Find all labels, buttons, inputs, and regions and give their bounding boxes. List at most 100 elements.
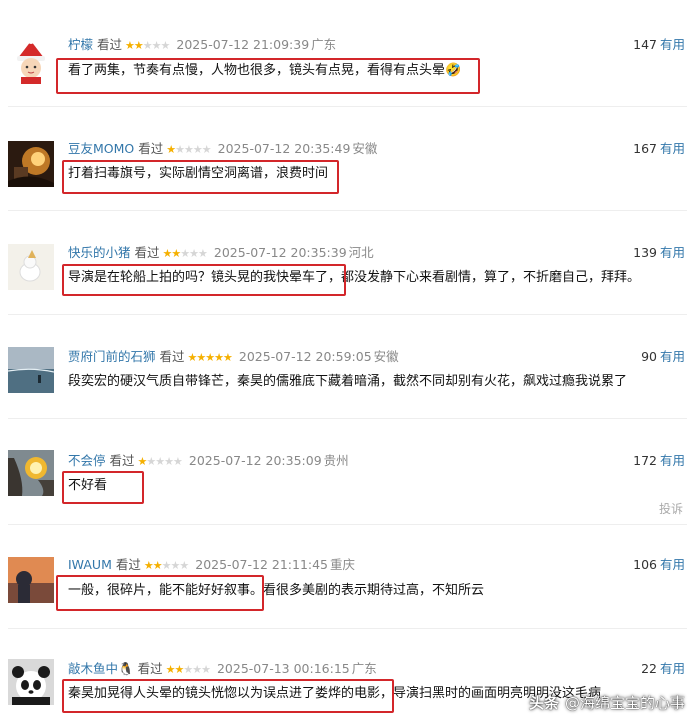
useful-vote-button[interactable]: 90 有用 xyxy=(641,347,685,367)
review-meta: 不会停 看过 ★★★★★ 2025-07-12 20:35:09 贵州 xyxy=(68,451,349,471)
star-filled-icon: ★ xyxy=(214,351,224,364)
highlight-box xyxy=(62,679,394,713)
username[interactable]: 贾府门前的石狮 xyxy=(68,349,156,364)
useful-count: 90 xyxy=(641,349,657,364)
review-meta: IWAUM 看过 ★★★★★ 2025-07-12 21:11:45 重庆 xyxy=(68,555,355,575)
username[interactable]: 快乐的小猪 xyxy=(68,245,131,260)
star-empty-icon: ★ xyxy=(192,143,203,156)
review-meta: 贾府门前的石狮 看过 ★★★★★ 2025-07-12 20:59:05 安徽 xyxy=(68,347,399,367)
star-empty-icon: ★ xyxy=(155,455,165,468)
useful-vote-button[interactable]: 172 有用 xyxy=(633,451,685,471)
avatar[interactable] xyxy=(8,244,54,290)
star-empty-icon: ★ xyxy=(175,143,185,156)
star-filled-icon: ★ xyxy=(196,351,206,364)
location: 广东 xyxy=(311,37,337,52)
divider xyxy=(8,628,687,629)
star-filled-icon: ★ xyxy=(143,559,154,572)
watched-label: 看过 xyxy=(137,661,163,676)
watermark-handle: @海绵宝宝的心事 xyxy=(564,694,685,712)
star-filled-icon: ★ xyxy=(174,663,184,676)
location: 河北 xyxy=(348,245,374,260)
star-filled-icon: ★ xyxy=(223,351,233,364)
highlight-box xyxy=(62,471,144,504)
username[interactable]: 柠檬 xyxy=(68,37,93,52)
highlight-box xyxy=(62,160,339,194)
star-filled-icon: ★ xyxy=(166,143,176,156)
username[interactable]: 敲木鱼中🐧 xyxy=(68,661,134,676)
useful-count: 172 xyxy=(633,453,657,468)
avatar[interactable] xyxy=(8,659,54,705)
timestamp: 2025-07-12 21:11:45 xyxy=(195,557,329,572)
timestamp: 2025-07-12 20:35:09 xyxy=(188,453,322,468)
timestamp: 2025-07-12 21:09:39 xyxy=(176,37,310,52)
star-empty-icon: ★ xyxy=(198,247,208,260)
avatar[interactable] xyxy=(8,450,54,496)
star-empty-icon: ★ xyxy=(164,455,174,468)
username[interactable]: 不会停 xyxy=(68,453,106,468)
avatar[interactable] xyxy=(8,557,54,603)
star-rating: ★★★★★ xyxy=(166,663,211,676)
divider xyxy=(8,418,687,419)
star-rating: ★★★★★ xyxy=(138,455,183,468)
watermark-brand: 头条 xyxy=(528,694,559,712)
star-empty-icon: ★ xyxy=(201,663,211,676)
timestamp: 2025-07-12 20:59:05 xyxy=(238,349,372,364)
star-empty-icon: ★ xyxy=(180,247,190,260)
star-empty-icon: ★ xyxy=(189,247,199,260)
star-filled-icon: ★ xyxy=(171,247,181,260)
review-meta: 快乐的小猪 看过 ★★★★★ 2025-07-12 20:35:39 河北 xyxy=(68,243,374,263)
useful-label: 有用 xyxy=(659,141,685,156)
star-empty-icon: ★ xyxy=(184,143,194,156)
star-rating: ★★★★★ xyxy=(163,247,208,260)
report-link[interactable]: 投诉 xyxy=(659,500,683,517)
avatar[interactable] xyxy=(8,347,54,393)
username[interactable]: IWAUM xyxy=(68,557,112,572)
location: 重庆 xyxy=(330,557,356,572)
watched-label: 看过 xyxy=(115,557,141,572)
star-empty-icon: ★ xyxy=(161,559,172,572)
star-filled-icon: ★ xyxy=(152,559,163,572)
useful-label: 有用 xyxy=(659,349,685,364)
star-rating: ★★★★★ xyxy=(125,39,171,52)
avatar[interactable] xyxy=(8,141,54,187)
useful-label: 有用 xyxy=(659,661,685,676)
timestamp: 2025-07-12 20:35:49 xyxy=(217,141,351,156)
star-rating: ★★★★★ xyxy=(143,559,189,572)
star-empty-icon: ★ xyxy=(151,39,162,52)
divider xyxy=(8,314,687,315)
useful-count: 147 xyxy=(633,37,657,52)
useful-count: 22 xyxy=(641,661,657,676)
useful-label: 有用 xyxy=(659,453,685,468)
watched-label: 看过 xyxy=(138,141,164,156)
star-rating: ★★★★★ xyxy=(188,351,233,364)
star-empty-icon: ★ xyxy=(160,39,171,52)
location: 广东 xyxy=(351,661,377,676)
useful-count: 139 xyxy=(633,245,657,260)
useful-vote-button[interactable]: 167 有用 xyxy=(633,139,685,159)
useful-vote-button[interactable]: 139 有用 xyxy=(633,243,685,263)
star-empty-icon: ★ xyxy=(201,143,212,156)
useful-vote-button[interactable]: 22 有用 xyxy=(641,659,685,679)
watermark: 头条 @海绵宝宝的心事 xyxy=(529,688,685,718)
watched-label: 看过 xyxy=(134,245,160,260)
star-filled-icon: ★ xyxy=(205,351,215,364)
useful-label: 有用 xyxy=(659,37,685,52)
avatar[interactable] xyxy=(8,38,54,84)
useful-count: 106 xyxy=(633,557,657,572)
useful-count: 167 xyxy=(633,141,657,156)
star-empty-icon: ★ xyxy=(183,663,193,676)
timestamp: 2025-07-13 00:16:15 xyxy=(216,661,350,676)
useful-vote-button[interactable]: 106 有用 xyxy=(633,555,685,575)
useful-label: 有用 xyxy=(659,557,685,572)
useful-label: 有用 xyxy=(659,245,685,260)
review-meta: 敲木鱼中🐧 看过 ★★★★★ 2025-07-13 00:16:15 广东 xyxy=(68,659,377,679)
highlight-box xyxy=(56,58,480,94)
divider xyxy=(8,210,687,211)
watched-label: 看过 xyxy=(97,37,123,52)
divider xyxy=(8,524,687,525)
star-filled-icon: ★ xyxy=(125,39,135,52)
watched-label: 看过 xyxy=(159,349,185,364)
useful-vote-button[interactable]: 147 有用 xyxy=(633,35,685,55)
highlight-box xyxy=(62,264,346,296)
username[interactable]: 豆友MOMO xyxy=(68,141,134,156)
